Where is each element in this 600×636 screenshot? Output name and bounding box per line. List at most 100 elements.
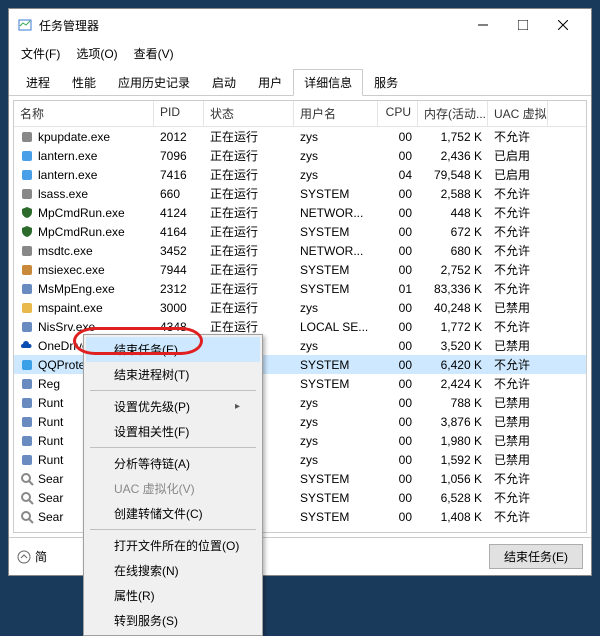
menu-item-label: 属性(R): [114, 587, 155, 604]
context-menu-item[interactable]: 在线搜索(N): [86, 558, 260, 583]
context-menu-item[interactable]: 结束任务(E): [86, 337, 260, 362]
col-mem[interactable]: 内存(活动...: [418, 101, 488, 126]
process-uac: 不允许: [488, 317, 548, 336]
menu-view[interactable]: 查看(V): [128, 43, 180, 64]
process-name: msiexec.exe: [38, 263, 105, 277]
tab-services[interactable]: 服务: [363, 69, 409, 96]
context-menu-item[interactable]: 分析等待链(A): [86, 451, 260, 476]
minimize-button[interactable]: [463, 11, 503, 39]
table-row[interactable]: lantern.exe7416正在运行zys0479,548 K已启用: [14, 165, 586, 184]
process-uac: 不允许: [488, 488, 548, 507]
process-mem: 680 K: [418, 243, 488, 259]
process-mem: 2,436 K: [418, 148, 488, 164]
process-uac: 不允许: [488, 222, 548, 241]
col-uac[interactable]: UAC 虚拟化: [488, 101, 548, 126]
end-task-button[interactable]: 结束任务(E): [489, 544, 583, 569]
tab-history[interactable]: 应用历史记录: [107, 69, 201, 96]
process-mem: 1,752 K: [418, 129, 488, 145]
context-menu-item[interactable]: 打开文件所在的位置(O): [86, 533, 260, 558]
table-row[interactable]: mspaint.exe3000正在运行zys0040,248 K已禁用: [14, 298, 586, 317]
process-icon: [20, 320, 34, 334]
context-menu-item[interactable]: 设置相关性(F): [86, 419, 260, 444]
tab-details[interactable]: 详细信息: [293, 69, 363, 96]
col-pid[interactable]: PID: [154, 101, 204, 126]
process-icon: [20, 415, 34, 429]
process-mem: 1,408 K: [418, 509, 488, 525]
process-pid: 660: [154, 186, 204, 202]
col-user[interactable]: 用户名: [294, 101, 378, 126]
process-name: MpCmdRun.exe: [38, 206, 125, 220]
chevron-up-icon: [17, 550, 31, 564]
process-icon: [20, 339, 34, 353]
process-cpu: 00: [378, 357, 418, 373]
process-cpu: 00: [378, 224, 418, 240]
process-pid: 2312: [154, 281, 204, 297]
process-uac: 不允许: [488, 507, 548, 526]
process-cpu: 00: [378, 376, 418, 392]
tab-users[interactable]: 用户: [247, 69, 293, 96]
process-name: lsass.exe: [38, 187, 88, 201]
process-mem: 40,248 K: [418, 300, 488, 316]
process-status: 正在运行: [204, 165, 294, 184]
process-cpu: 01: [378, 281, 418, 297]
process-uac: 不允许: [488, 203, 548, 222]
process-cpu: 00: [378, 490, 418, 506]
process-status: 正在运行: [204, 184, 294, 203]
table-row[interactable]: msdtc.exe3452正在运行NETWOR...00680 K不允许: [14, 241, 586, 260]
tab-processes[interactable]: 进程: [15, 69, 61, 96]
process-name: msdtc.exe: [38, 244, 93, 258]
menu-separator: [90, 390, 256, 391]
process-pid: 3452: [154, 243, 204, 259]
tab-performance[interactable]: 性能: [61, 69, 107, 96]
process-icon: [20, 510, 34, 524]
process-cpu: 00: [378, 300, 418, 316]
process-pid: 4164: [154, 224, 204, 240]
menubar: 文件(F) 选项(O) 查看(V): [9, 41, 591, 66]
tab-bar: 进程 性能 应用历史记录 启动 用户 详细信息 服务: [9, 66, 591, 96]
table-row[interactable]: MsMpEng.exe2312正在运行SYSTEM0183,336 K不允许: [14, 279, 586, 298]
col-name[interactable]: 名称: [14, 101, 154, 126]
process-uac: 已禁用: [488, 431, 548, 450]
context-menu-item[interactable]: 设置优先级(P): [86, 394, 260, 419]
process-uac: 不允许: [488, 127, 548, 146]
process-cpu: 00: [378, 243, 418, 259]
process-icon: [20, 225, 34, 239]
process-cpu: 00: [378, 129, 418, 145]
process-user: SYSTEM: [294, 471, 378, 487]
tab-startup[interactable]: 启动: [201, 69, 247, 96]
context-menu-item[interactable]: 创建转储文件(C): [86, 501, 260, 526]
context-menu-item[interactable]: 转到服务(S): [86, 608, 260, 633]
process-user: zys: [294, 338, 378, 354]
process-mem: 788 K: [418, 395, 488, 411]
menu-options[interactable]: 选项(O): [70, 43, 123, 64]
context-menu-item[interactable]: 结束进程树(T): [86, 362, 260, 387]
task-manager-window: 任务管理器 文件(F) 选项(O) 查看(V) 进程 性能 应用历史记录 启动 …: [8, 8, 592, 576]
table-row[interactable]: MpCmdRun.exe4124正在运行NETWOR...00448 K不允许: [14, 203, 586, 222]
process-user: zys: [294, 148, 378, 164]
process-mem: 1,056 K: [418, 471, 488, 487]
menu-file[interactable]: 文件(F): [15, 43, 66, 64]
process-name: Runt: [38, 453, 63, 467]
close-button[interactable]: [543, 11, 583, 39]
process-uac: 已禁用: [488, 298, 548, 317]
process-name: Sear: [38, 491, 63, 505]
table-row[interactable]: MpCmdRun.exe4164正在运行SYSTEM00672 K不允许: [14, 222, 586, 241]
table-row[interactable]: kpupdate.exe2012正在运行zys001,752 K不允许: [14, 127, 586, 146]
table-row[interactable]: msiexec.exe7944正在运行SYSTEM002,752 K不允许: [14, 260, 586, 279]
col-cpu[interactable]: CPU: [378, 101, 418, 126]
process-user: NETWOR...: [294, 243, 378, 259]
process-cpu: 00: [378, 509, 418, 525]
titlebar: 任务管理器: [9, 9, 591, 41]
table-row[interactable]: lantern.exe7096正在运行zys002,436 K已启用: [14, 146, 586, 165]
maximize-button[interactable]: [503, 11, 543, 39]
process-user: zys: [294, 167, 378, 183]
table-row[interactable]: lsass.exe660正在运行SYSTEM002,588 K不允许: [14, 184, 586, 203]
process-name: lantern.exe: [38, 149, 97, 163]
process-pid: 2012: [154, 129, 204, 145]
col-status[interactable]: 状态: [204, 101, 294, 126]
process-icon: [20, 130, 34, 144]
menu-item-label: 结束任务(E): [114, 341, 178, 358]
process-user: LOCAL SE...: [294, 319, 378, 335]
process-pid: 7416: [154, 167, 204, 183]
context-menu-item[interactable]: 属性(R): [86, 583, 260, 608]
